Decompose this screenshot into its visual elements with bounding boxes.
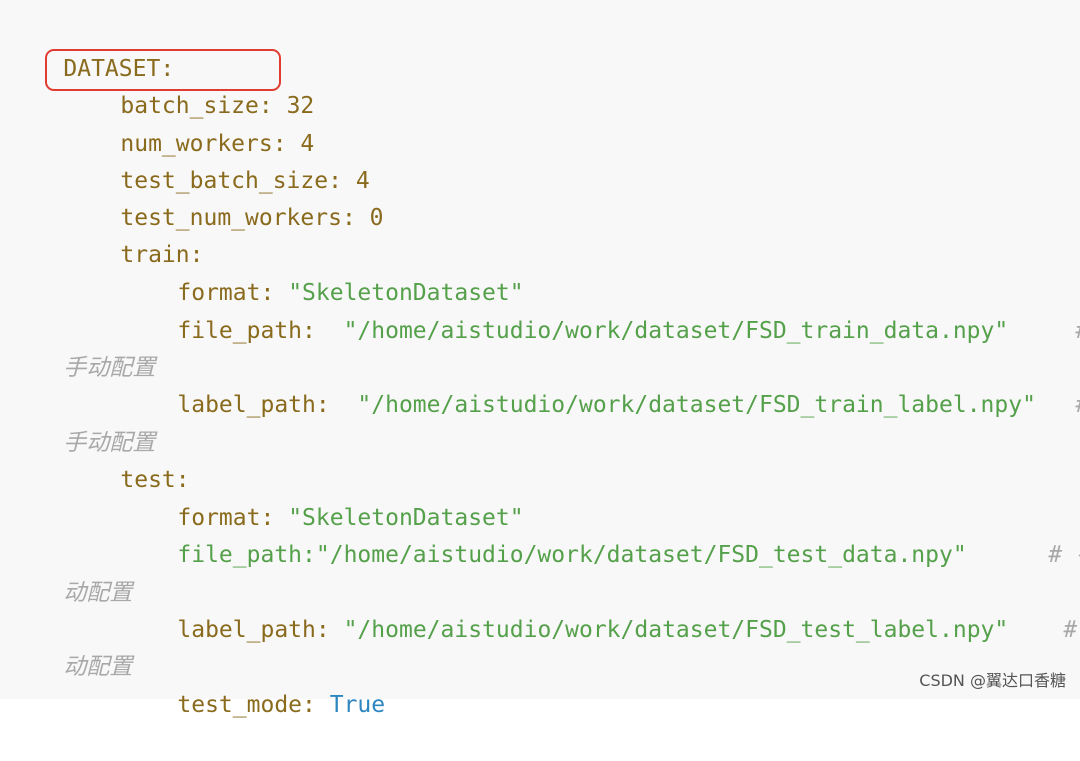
code-line: # bbox=[1020, 276, 1080, 344]
code-line: file_path:"/home/aistudio/work/dataset/F… bbox=[122, 500, 1080, 568]
code-line: DATASET: bbox=[8, 14, 1080, 82]
code-line: 手动配置 bbox=[8, 313, 1080, 381]
code-line: format: "SkeletonDataset" bbox=[122, 463, 1080, 531]
colon: : bbox=[302, 692, 330, 718]
code-line: # 手 bbox=[993, 500, 1080, 568]
code-line: test_num_workers: 0 bbox=[65, 163, 1080, 231]
yaml-code-block: DATASET: batch_size: 32 num_workers: 4 t… bbox=[0, 0, 1080, 718]
code-line: test_batch_size: 4 bbox=[65, 126, 1080, 194]
code-line: num_workers: 4 bbox=[65, 89, 1080, 157]
watermark: CSDN @翼达口香糖 bbox=[919, 671, 1066, 690]
code-line: test: bbox=[65, 425, 1080, 493]
code-line: train: bbox=[65, 200, 1080, 268]
code-line: label_path: "/home/aistudio/work/dataset… bbox=[122, 575, 1080, 643]
code-line: format: "SkeletonDataset" bbox=[122, 238, 1080, 306]
code-line: label_path: "/home/aistudio/work/dataset… bbox=[122, 350, 1080, 418]
code-line: # bbox=[1020, 350, 1080, 418]
yaml-boolean: True bbox=[329, 692, 386, 718]
yaml-key: test_mode bbox=[177, 692, 303, 718]
code-line: file_path: "/home/aistudio/work/dataset/… bbox=[122, 276, 1080, 344]
code-line: 动配置 bbox=[8, 612, 1080, 680]
code-line: 动配置 bbox=[8, 538, 1080, 606]
code-line: # 手 bbox=[1008, 575, 1080, 643]
code-line: 手动配置 bbox=[8, 388, 1080, 456]
code-line: batch_size: 32 bbox=[65, 51, 1080, 119]
